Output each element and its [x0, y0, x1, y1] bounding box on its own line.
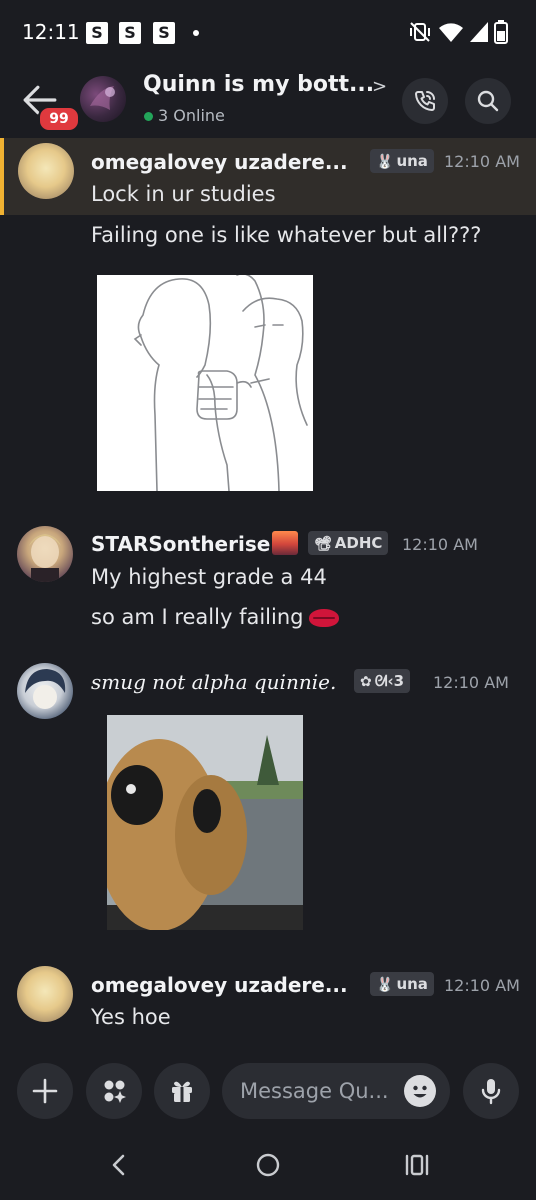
notification-icon: S [119, 22, 141, 44]
mention-highlight-bar [0, 138, 4, 215]
wifi-icon [439, 23, 463, 42]
role-tag[interactable]: 🐰 una [370, 149, 434, 173]
avatar-art [29, 534, 61, 582]
message-image-attachment[interactable] [107, 715, 303, 930]
bunny-icon: 🐰 [376, 154, 394, 170]
apps-button[interactable] [86, 1063, 142, 1119]
message-image-attachment[interactable] [97, 275, 313, 491]
role-tag[interactable]: ✿ ᘛ‹3 [354, 669, 411, 693]
username[interactable]: omegalovey uzadere... [91, 973, 348, 997]
mute-vibrate-icon [410, 22, 430, 42]
voice-message-button[interactable] [463, 1063, 519, 1119]
sunset-emoji-icon [272, 531, 299, 555]
message-text: My highest grade a 44 [91, 565, 327, 589]
message-text: so am I really failing [91, 605, 340, 629]
role-tag[interactable]: 📽 ADHC [308, 531, 389, 555]
nav-recents-icon[interactable] [404, 1154, 430, 1176]
avatar[interactable] [17, 526, 73, 582]
gift-icon [172, 1081, 192, 1102]
message-text: Lock in ur studies [91, 182, 276, 206]
status-time: 12:11 [22, 20, 80, 44]
unread-badge: 99 [38, 106, 80, 132]
message-timestamp: 12:10 AM [444, 976, 520, 995]
notification-icon: S [153, 22, 175, 44]
avatar[interactable] [18, 143, 74, 199]
more-notifications-dot [193, 30, 199, 36]
online-count: 3 Online [158, 106, 225, 125]
status-bar: 12:11 S S S [0, 0, 536, 64]
avatar[interactable] [17, 663, 73, 719]
message-text: Failing one is like whatever but all??? [91, 223, 482, 247]
username-text: STARSontherise [91, 532, 271, 556]
role-tag-label: ᘛ‹3 [374, 672, 405, 690]
avatar[interactable] [17, 966, 73, 1022]
message-timestamp: 12:10 AM [444, 152, 520, 171]
role-tag[interactable]: 🐰 una [370, 972, 434, 996]
meme-sketch-image [133, 275, 308, 491]
notification-icon: S [86, 22, 108, 44]
nav-back-icon[interactable] [108, 1153, 130, 1177]
apps-icon [104, 1080, 126, 1103]
channel-title[interactable]: Quinn is my bott... [143, 72, 374, 97]
channel-avatar[interactable] [80, 76, 126, 122]
bunny-icon: 🐰 [376, 977, 394, 993]
online-status-dot [144, 112, 153, 121]
plus-icon [32, 1078, 58, 1104]
role-tag-label: una [396, 975, 428, 993]
search-icon [477, 90, 499, 112]
chevron-right-icon[interactable]: > [372, 76, 387, 97]
flower-icon: ✿ [360, 674, 372, 690]
search-button[interactable] [465, 78, 511, 124]
add-attachment-button[interactable] [17, 1063, 73, 1119]
channel-avatar-art [90, 86, 115, 110]
message-timestamp: 12:10 AM [402, 535, 478, 554]
emoji-button[interactable] [404, 1075, 436, 1107]
plush-toy-photo [107, 715, 303, 930]
camera-icon: 📽 [314, 536, 332, 552]
gift-button[interactable] [154, 1063, 210, 1119]
message-text: Yes hoe [91, 1005, 171, 1029]
avatar-art [25, 669, 66, 709]
phone-icon [415, 91, 435, 111]
kiss-mark-emoji-icon [309, 609, 340, 627]
message-timestamp: 12:10 AM [433, 673, 509, 692]
cell-signal-icon [470, 22, 488, 42]
username[interactable]: omegalovey uzadere... [91, 150, 348, 174]
nav-home-icon[interactable] [255, 1152, 281, 1178]
voice-call-button[interactable] [402, 78, 448, 124]
microphone-icon [481, 1079, 501, 1105]
smiley-face-icon [413, 1085, 427, 1098]
message-input-placeholder: Message Qu... [240, 1079, 389, 1103]
battery-icon [494, 20, 508, 44]
username[interactable]: STARSontherise [91, 531, 299, 556]
message-text-content: so am I really failing [91, 605, 304, 629]
role-tag-label: una [396, 152, 428, 170]
username[interactable]: smug not alpha quinnie. [91, 670, 336, 694]
role-tag-label: ADHC [334, 534, 383, 552]
